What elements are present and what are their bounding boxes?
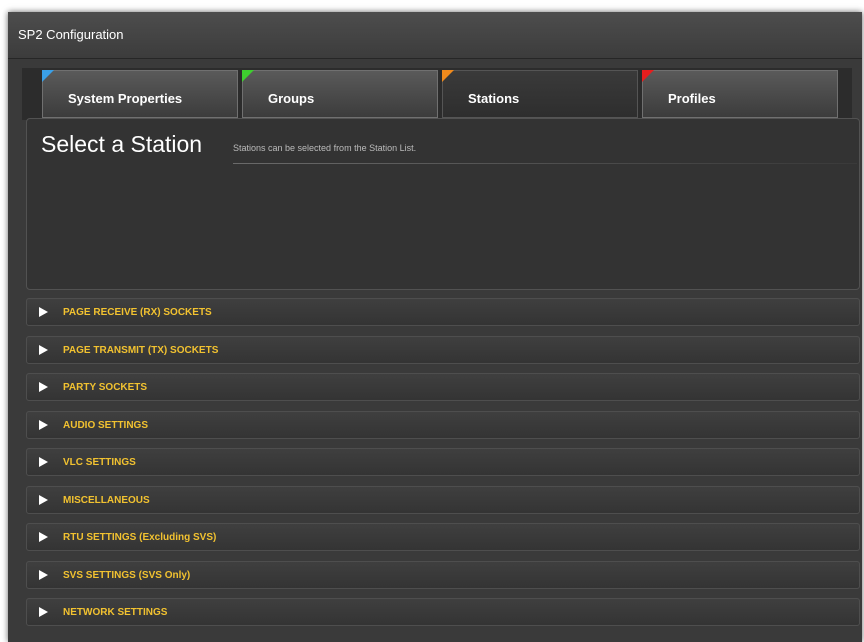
tab-label: Groups	[268, 91, 315, 106]
section-label: PARTY SOCKETS	[63, 382, 148, 393]
settings-sections: PAGE RECEIVE (RX) SOCKETS PAGE TRANSMIT …	[26, 298, 860, 636]
tab-groups[interactable]: Groups	[242, 70, 438, 118]
section-rtu-settings[interactable]: RTU SETTINGS (Excluding SVS)	[26, 523, 860, 551]
expand-arrow-icon	[39, 382, 48, 392]
section-network-settings[interactable]: NETWORK SETTINGS	[26, 598, 860, 626]
tab-strip: System Properties Groups Stations Profil…	[22, 68, 852, 120]
page-title: Select a Station	[41, 131, 203, 157]
expand-arrow-icon	[39, 607, 48, 617]
section-label: SVS SETTINGS (SVS Only)	[63, 569, 191, 581]
section-label: NETWORK SETTINGS	[63, 607, 168, 618]
window-title: SP2 Configuration	[18, 27, 124, 42]
tab-system-properties[interactable]: System Properties	[42, 70, 238, 118]
section-page-receive-sockets[interactable]: PAGE RECEIVE (RX) SOCKETS	[26, 298, 860, 326]
station-panel: Select a Station Stations can be selecte…	[26, 118, 860, 290]
section-page-transmit-sockets[interactable]: PAGE TRANSMIT (TX) SOCKETS	[26, 335, 860, 364]
tab-label: System Properties	[68, 91, 183, 106]
section-vlc-settings[interactable]: VLC SETTINGS	[26, 448, 860, 476]
section-label: PAGE RECEIVE (RX) SOCKETS	[63, 307, 212, 318]
expand-arrow-icon	[39, 532, 48, 542]
tab-label: Stations	[468, 91, 520, 106]
expand-arrow-icon	[39, 569, 48, 580]
expand-arrow-icon	[39, 344, 48, 355]
divider	[233, 163, 857, 164]
red-flag-icon	[642, 70, 654, 82]
section-audio-settings[interactable]: AUDIO SETTINGS	[26, 410, 860, 439]
config-window: SP2 Configuration System Properties Grou…	[8, 12, 862, 642]
section-label: AUDIO SETTINGS	[63, 419, 149, 431]
blue-flag-icon	[42, 70, 54, 82]
section-label: RTU SETTINGS (Excluding SVS)	[63, 532, 217, 543]
section-svs-settings[interactable]: SVS SETTINGS (SVS Only)	[26, 560, 860, 589]
tab-profiles[interactable]: Profiles	[642, 70, 838, 118]
orange-flag-icon	[442, 70, 454, 82]
expand-arrow-icon	[39, 457, 48, 467]
tab-label: Profiles	[668, 91, 716, 106]
section-label: VLC SETTINGS	[63, 457, 136, 468]
section-label: MISCELLANEOUS	[63, 494, 150, 506]
expand-arrow-icon	[39, 494, 48, 505]
expand-arrow-icon	[39, 307, 48, 317]
green-flag-icon	[242, 70, 254, 82]
expand-arrow-icon	[39, 419, 48, 430]
section-label: PAGE TRANSMIT (TX) SOCKETS	[63, 344, 219, 356]
tab-stations[interactable]: Stations	[442, 70, 638, 118]
panel-hint: Stations can be selected from the Statio…	[233, 143, 417, 153]
section-miscellaneous[interactable]: MISCELLANEOUS	[26, 485, 860, 514]
title-bar: SP2 Configuration	[8, 12, 862, 59]
section-party-sockets[interactable]: PARTY SOCKETS	[26, 373, 860, 401]
